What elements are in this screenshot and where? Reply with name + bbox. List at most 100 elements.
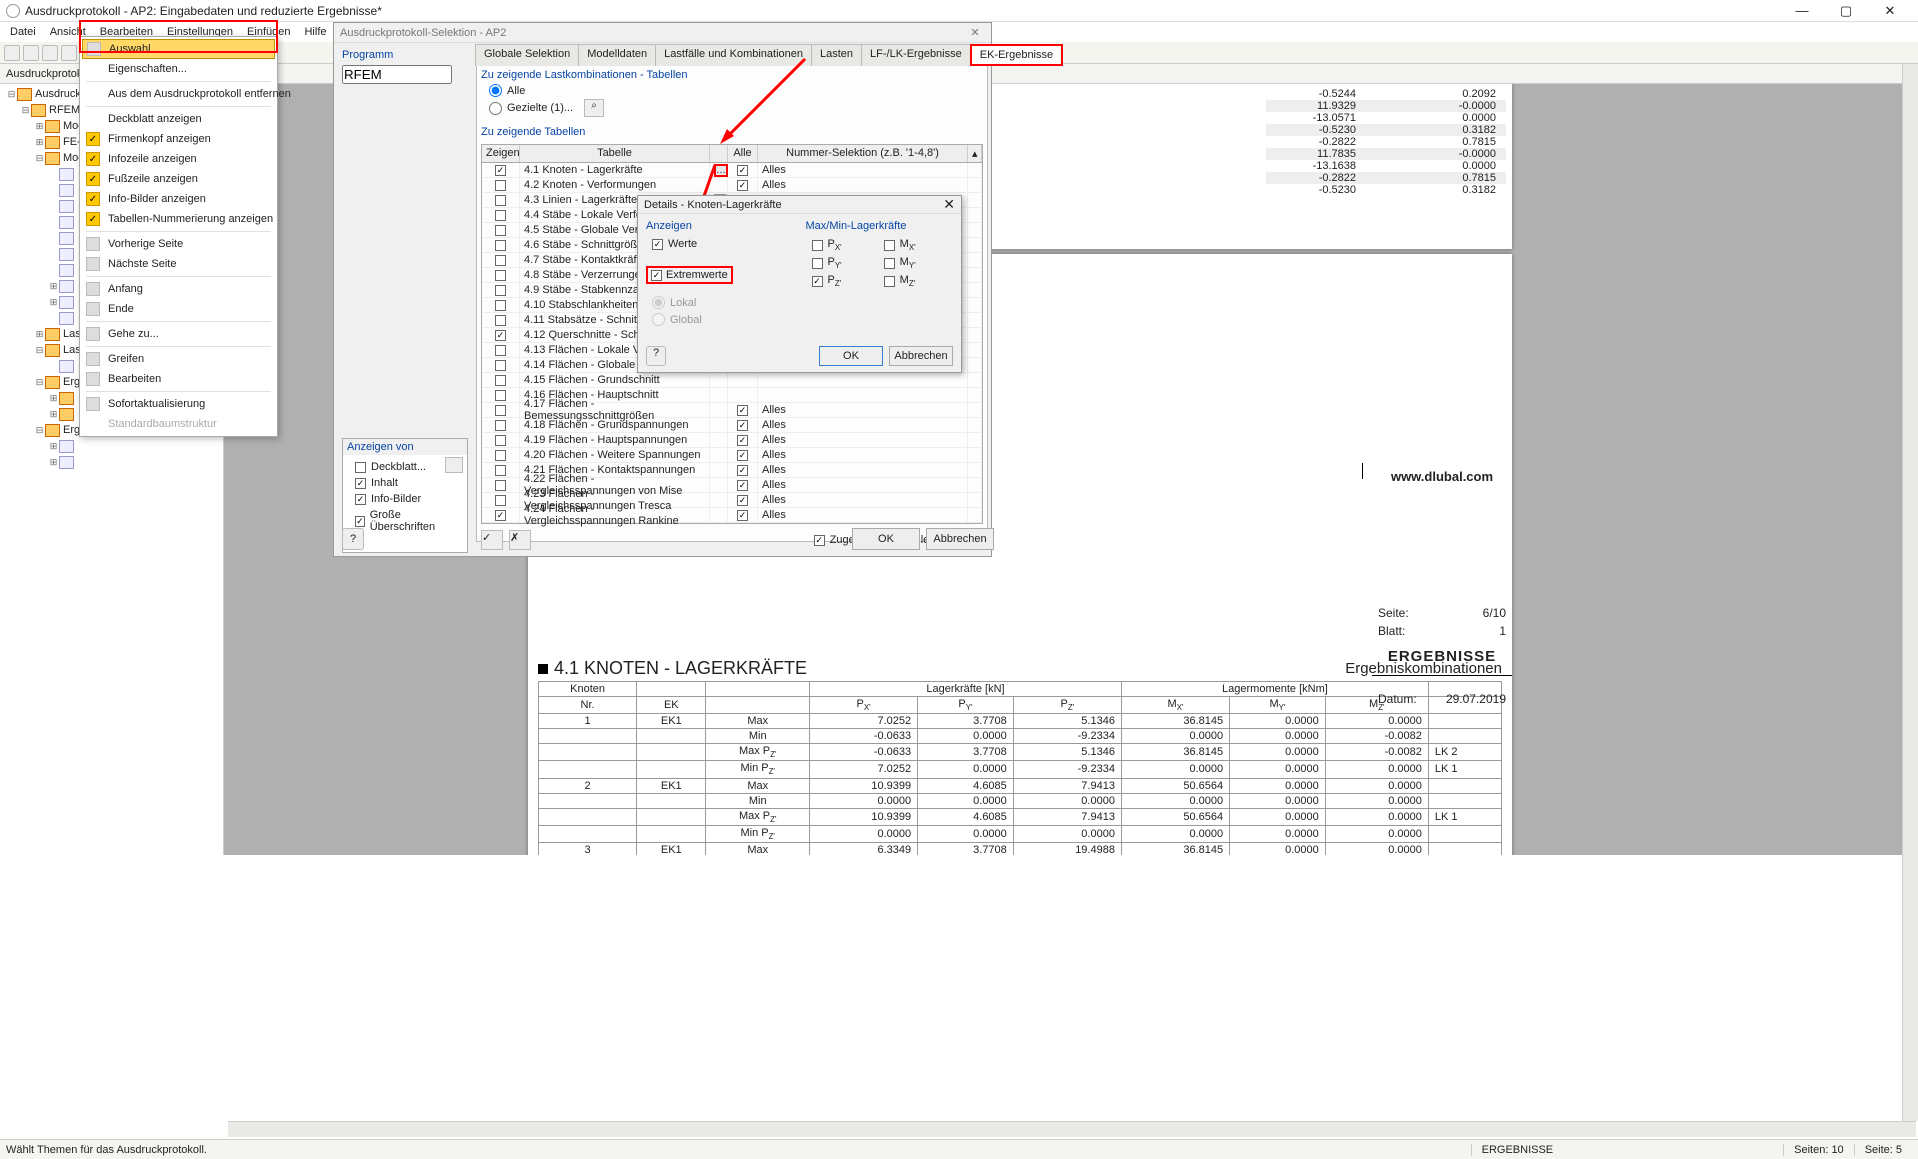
zug-checkbox[interactable]	[814, 535, 825, 546]
row-alle-checkbox[interactable]	[737, 480, 748, 491]
details-ok-button[interactable]: OK	[819, 346, 883, 366]
row-alle-checkbox[interactable]	[737, 495, 748, 506]
row-zeigen-checkbox[interactable]	[495, 465, 506, 476]
maximize-button[interactable]: ▢	[1824, 1, 1868, 21]
row-alle-checkbox[interactable]	[737, 450, 748, 461]
horizontal-scrollbar[interactable]	[228, 1121, 1916, 1137]
context-menu-item[interactable]: Aus dem Ausdruckprotokoll entfernen	[82, 84, 275, 104]
row-zeigen-checkbox[interactable]	[495, 375, 506, 386]
row-zeigen-checkbox[interactable]	[495, 420, 506, 431]
row-alle-checkbox[interactable]	[737, 510, 748, 521]
cb-infobilder[interactable]	[355, 494, 366, 505]
tree-item[interactable]: ⊞	[2, 454, 223, 470]
context-menu-item[interactable]: ✓Tabellen-Nummerierung anzeigen	[82, 209, 275, 229]
row-zeigen-checkbox[interactable]	[495, 300, 506, 311]
context-menu-item[interactable]: Nächste Seite	[82, 254, 275, 274]
context-menu-item[interactable]: Vorherige Seite	[82, 234, 275, 254]
dialog-help-button[interactable]: ?	[342, 528, 364, 550]
dialog-cancel-button[interactable]: Abbrechen	[926, 528, 994, 550]
deckblatt-more-button[interactable]	[445, 457, 463, 473]
tab-modelldaten[interactable]: Modelldaten	[578, 44, 656, 66]
row-zeigen-checkbox[interactable]	[495, 510, 506, 521]
context-menu-item[interactable]: ✓Firmenkopf anzeigen	[82, 129, 275, 149]
context-menu-item[interactable]: Ende	[82, 299, 275, 319]
row-zeigen-checkbox[interactable]	[495, 495, 506, 506]
radio-gezielte[interactable]	[489, 102, 502, 115]
tab-ek-ergebnisse[interactable]: EK-Ergebnisse	[970, 44, 1063, 66]
context-menu-item[interactable]: Deckblatt anzeigen	[82, 109, 275, 129]
table-row[interactable]: 4.2 Knoten - VerformungenAlles	[482, 178, 982, 193]
details-close-icon[interactable]: ✕	[943, 196, 955, 213]
row-zeigen-checkbox[interactable]	[495, 360, 506, 371]
row-alle-checkbox[interactable]	[737, 165, 748, 176]
context-menu-item[interactable]: Eigenschaften...	[82, 59, 275, 79]
check-all-button[interactable]: ✓	[481, 530, 503, 550]
row-zeigen-checkbox[interactable]	[495, 225, 506, 236]
cb-my[interactable]	[884, 258, 895, 269]
context-menu-item[interactable]: Auswahl...	[82, 39, 275, 59]
scroll-up-icon[interactable]: ▴	[968, 145, 982, 162]
cb-werte[interactable]	[652, 239, 663, 250]
cb-inhalt[interactable]	[355, 478, 366, 489]
table-row[interactable]: 4.1 Knoten - Lagerkräfte…Alles	[482, 163, 982, 178]
row-zeigen-checkbox[interactable]	[495, 165, 506, 176]
dialog-tabs[interactable]: Globale Selektion Modelldaten Lastfälle …	[475, 44, 1062, 66]
close-button[interactable]: ✕	[1868, 1, 1912, 21]
details-cancel-button[interactable]: Abbrechen	[889, 346, 953, 366]
context-menu-item[interactable]: ✓Info-Bilder anzeigen	[82, 189, 275, 209]
tb-print-icon[interactable]	[61, 45, 77, 61]
tab-lf-lk-ergebnisse[interactable]: LF-/LK-Ergebnisse	[861, 44, 971, 66]
row-zeigen-checkbox[interactable]	[495, 450, 506, 461]
cb-gross[interactable]	[355, 516, 365, 527]
context-menu-item[interactable]: Sofortaktualisierung	[82, 394, 275, 414]
row-zeigen-checkbox[interactable]	[495, 315, 506, 326]
cb-px[interactable]	[812, 240, 823, 251]
uncheck-all-button[interactable]: ✗	[509, 530, 531, 550]
context-menu-item[interactable]: Bearbeiten	[82, 369, 275, 389]
row-zeigen-checkbox[interactable]	[495, 240, 506, 251]
minimize-button[interactable]: —	[1780, 1, 1824, 21]
row-alle-checkbox[interactable]	[737, 405, 748, 416]
row-zeigen-checkbox[interactable]	[495, 435, 506, 446]
table-row[interactable]: 4.24 Flächen - Vergleichsspannungen Rank…	[482, 508, 982, 523]
context-menu[interactable]: Auswahl...Eigenschaften... Aus dem Ausdru…	[79, 36, 278, 437]
selection-dialog-close-icon[interactable]: ✕	[965, 26, 985, 39]
row-zeigen-checkbox[interactable]	[495, 195, 506, 206]
dialog-ok-button[interactable]: OK	[852, 528, 920, 550]
vertical-scrollbar[interactable]	[1902, 64, 1918, 1121]
context-menu-item[interactable]: ✓Infozeile anzeigen	[82, 149, 275, 169]
cb-deckblatt[interactable]	[355, 462, 366, 473]
row-zeigen-checkbox[interactable]	[495, 210, 506, 221]
row-details-button[interactable]: …	[714, 164, 728, 177]
table-row[interactable]: 4.15 Flächen - Grundschnitt	[482, 373, 982, 388]
row-zeigen-checkbox[interactable]	[495, 180, 506, 191]
cb-mx[interactable]	[884, 240, 895, 251]
row-zeigen-checkbox[interactable]	[495, 345, 506, 356]
details-dialog[interactable]: Details - Knoten-Lagerkräfte✕ Anzeigen W…	[637, 195, 962, 373]
tb-save-icon[interactable]	[42, 45, 58, 61]
row-zeigen-checkbox[interactable]	[495, 390, 506, 401]
filter-button[interactable]: ⌕	[584, 99, 604, 117]
cb-py[interactable]	[812, 258, 823, 269]
row-zeigen-checkbox[interactable]	[495, 285, 506, 296]
row-zeigen-checkbox[interactable]	[495, 270, 506, 281]
table-row[interactable]: 4.20 Flächen - Weitere SpannungenAlles	[482, 448, 982, 463]
table-row[interactable]: 4.18 Flächen - GrundspannungenAlles	[482, 418, 982, 433]
menu-hilfe[interactable]: Hilfe	[298, 24, 332, 40]
row-zeigen-checkbox[interactable]	[495, 330, 506, 341]
row-alle-checkbox[interactable]	[737, 180, 748, 191]
row-alle-checkbox[interactable]	[737, 420, 748, 431]
row-zeigen-checkbox[interactable]	[495, 405, 506, 416]
programm-input[interactable]	[342, 65, 452, 84]
row-zeigen-checkbox[interactable]	[495, 255, 506, 266]
tab-globale-selektion[interactable]: Globale Selektion	[475, 44, 579, 66]
row-zeigen-checkbox[interactable]	[495, 480, 506, 491]
table-row[interactable]: 4.17 Flächen - BemessungsschnittgrößenAl…	[482, 403, 982, 418]
row-alle-checkbox[interactable]	[737, 435, 748, 446]
tab-lastfaelle[interactable]: Lastfälle und Kombinationen	[655, 44, 812, 66]
cb-mz[interactable]	[884, 276, 895, 287]
menu-datei[interactable]: Datei	[4, 24, 42, 40]
context-menu-item[interactable]: Gehe zu...	[82, 324, 275, 344]
radio-alle[interactable]	[489, 84, 502, 97]
cb-pz[interactable]	[812, 276, 823, 287]
